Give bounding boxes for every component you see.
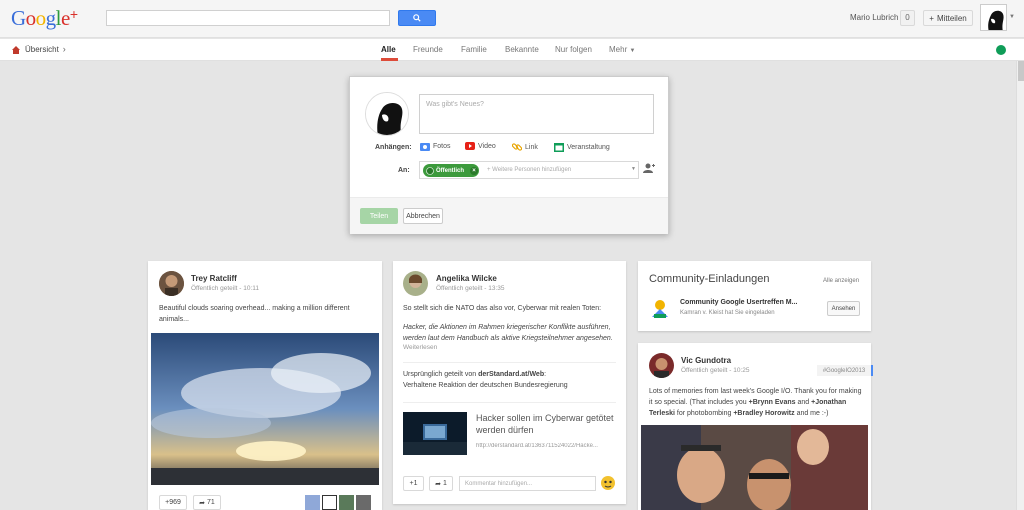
- post-text: Beautiful clouds soaring overhead... mak…: [159, 305, 350, 323]
- top-bar: Google+ Mario Lubrich 0 + Mitteilen ▼: [0, 0, 1024, 38]
- community-inviter: Kamran v. Kleist hat Sie eingeladen: [680, 310, 775, 316]
- read-more-link[interactable]: Weiterlesen: [403, 344, 437, 351]
- search-input[interactable]: [106, 10, 390, 26]
- hangouts-icon[interactable]: [996, 45, 1006, 55]
- original-share-text: Verhaltene Reaktion der deutschen Bundes…: [403, 382, 568, 389]
- commenter-avatar[interactable]: [600, 475, 616, 492]
- reshare-button[interactable]: ➦ 71: [193, 495, 221, 510]
- post-quote: Hacker, die Aktionen im Rahmen kriegeris…: [403, 324, 613, 342]
- chevron-right-icon: ›: [62, 44, 66, 54]
- tab-freunde[interactable]: Freunde: [413, 45, 443, 54]
- search-button[interactable]: [398, 10, 436, 26]
- attach-event[interactable]: Veranstaltung: [554, 142, 610, 152]
- author-name[interactable]: Trey Ratcliff: [191, 274, 237, 283]
- resharer-avatars[interactable]: [305, 495, 371, 510]
- cancel-button[interactable]: Abbrechen: [403, 208, 443, 224]
- search-icon: [413, 14, 421, 22]
- hashtag-badge[interactable]: #GoogleIO2013: [817, 365, 873, 376]
- tab-alle[interactable]: Alle: [381, 45, 396, 54]
- link-thumbnail[interactable]: [403, 412, 467, 455]
- community-title: Community-Einladungen: [649, 273, 770, 285]
- tab-nur-folgen[interactable]: Nur folgen: [555, 45, 592, 54]
- add-people-placeholder[interactable]: + Weitere Personen hinzufügen: [487, 167, 571, 173]
- stream-nav: Übersicht › Alle Freunde Familie Bekannt…: [0, 39, 1024, 61]
- view-all-link[interactable]: Alle anzeigen: [823, 278, 859, 284]
- audience-field[interactable]: Öffentlich × + Weitere Personen hinzufüg…: [419, 161, 639, 179]
- tab-mehr[interactable]: Mehr ▼: [609, 45, 635, 54]
- user-name[interactable]: Mario Lubrich: [850, 13, 898, 22]
- chevron-down-icon[interactable]: ▼: [631, 166, 636, 172]
- post-button[interactable]: Teilen: [360, 208, 398, 224]
- globe-icon: [426, 166, 434, 175]
- share-icon: ➦: [435, 480, 441, 488]
- remove-chip-icon[interactable]: ×: [470, 166, 478, 175]
- post-card: Trey Ratcliff Öffentlich geteilt - 10:11…: [148, 261, 382, 510]
- reshare-button[interactable]: ➦ 1: [429, 476, 453, 491]
- author-avatar[interactable]: [649, 353, 674, 378]
- calendar-icon: [554, 143, 564, 152]
- composer-footer: Teilen Abbrechen: [350, 197, 668, 234]
- chevron-down-icon: ▼: [629, 48, 636, 54]
- post-card: Vic Gundotra Öffentlich geteilt - 10:25 …: [638, 343, 873, 510]
- camera-icon: [420, 143, 430, 151]
- share-box: Was gibt's Neues? Anhängen: Fotos Video …: [349, 76, 669, 234]
- profile-avatar[interactable]: [980, 4, 1007, 31]
- comment-input[interactable]: Kommentar hinzufügen...: [459, 476, 596, 491]
- community-icon[interactable]: [649, 297, 671, 319]
- post-card: Angelika Wilcke Öffentlich geteilt - 13:…: [393, 261, 626, 504]
- notification-count[interactable]: 0: [900, 10, 915, 26]
- plus-one-button[interactable]: +969: [159, 495, 187, 510]
- overview-link[interactable]: Übersicht ›: [11, 44, 66, 54]
- post-image[interactable]: [151, 333, 379, 485]
- link-title[interactable]: Hacker sollen im Cyberwar getötet werden…: [476, 412, 616, 436]
- google-plus-logo[interactable]: Google+: [11, 6, 78, 31]
- mention-link[interactable]: +Bradley Horowitz: [733, 410, 794, 417]
- post-image[interactable]: [641, 425, 868, 510]
- view-community-button[interactable]: Ansehen: [827, 301, 860, 316]
- audience-chip-public[interactable]: Öffentlich ×: [423, 164, 479, 177]
- to-label: An:: [398, 167, 410, 174]
- community-invites-card: Community-Einladungen Alle anzeigen Comm…: [638, 261, 871, 331]
- author-avatar[interactable]: [159, 271, 184, 296]
- author-avatar[interactable]: [403, 271, 428, 296]
- original-share: Ursprünglich geteilt von derStandard.at/…: [403, 371, 547, 378]
- video-icon: [465, 142, 475, 150]
- plus-icon: +: [929, 13, 934, 23]
- author-name[interactable]: Vic Gundotra: [681, 356, 731, 365]
- attach-photos[interactable]: Fotos: [420, 142, 451, 151]
- share-icon: ➦: [199, 499, 206, 507]
- link-url[interactable]: http://derstandard.at/1363711524022/Hack…: [476, 443, 616, 449]
- original-source-link[interactable]: derStandard.at/Web: [478, 371, 544, 378]
- attach-link[interactable]: Link: [512, 142, 538, 152]
- attach-label: Anhängen:: [375, 144, 412, 151]
- scroll-thumb[interactable]: [1018, 61, 1024, 81]
- mention-link[interactable]: +Brynn Evans: [749, 399, 796, 406]
- post-meta[interactable]: Öffentlich geteilt - 10:11: [191, 285, 259, 292]
- attach-video[interactable]: Video: [465, 142, 496, 150]
- link-icon: [512, 143, 522, 151]
- community-name[interactable]: Community Google Usertreffen M...: [680, 299, 797, 306]
- divider: [403, 402, 616, 403]
- post-meta[interactable]: Öffentlich geteilt - 13:35: [436, 285, 505, 292]
- scrollbar[interactable]: [1016, 61, 1024, 510]
- post-text: Lots of memories from last week's Google…: [649, 388, 862, 417]
- chevron-down-icon[interactable]: ▼: [1009, 14, 1015, 20]
- home-icon: [12, 45, 20, 54]
- tab-familie[interactable]: Familie: [461, 45, 487, 54]
- share-button[interactable]: + Mitteilen: [923, 10, 973, 26]
- post-input[interactable]: Was gibt's Neues?: [419, 94, 654, 134]
- tab-bekannte[interactable]: Bekannte: [505, 45, 539, 54]
- active-tab-indicator: [381, 58, 398, 61]
- plus-one-button[interactable]: +1: [403, 476, 424, 491]
- divider: [403, 362, 616, 363]
- author-name[interactable]: Angelika Wilcke: [436, 274, 497, 283]
- post-meta[interactable]: Öffentlich geteilt - 10:25: [681, 367, 750, 374]
- post-text: So stellt sich die NATO das also vor, Cy…: [403, 305, 602, 312]
- composer-avatar: [365, 92, 409, 136]
- add-person-icon[interactable]: [643, 163, 655, 176]
